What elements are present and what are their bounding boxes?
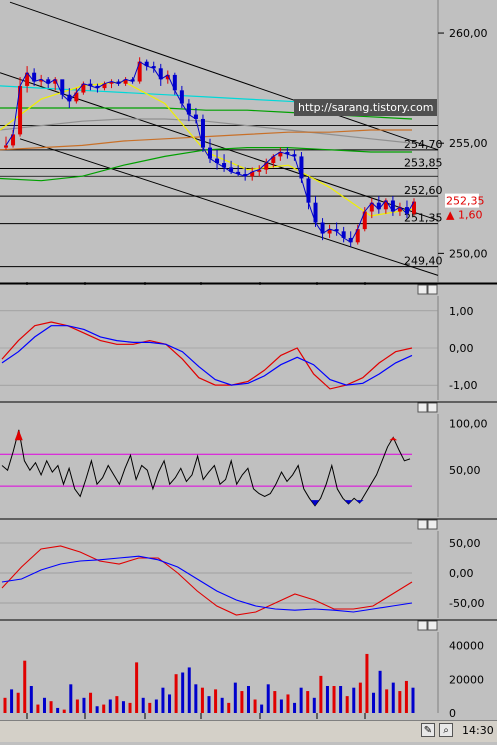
macd-tick-label: 0,00 <box>449 342 474 355</box>
price-tick-label: 255,00 <box>449 137 488 150</box>
panel-bg-osc2 <box>0 531 497 618</box>
volume-bar <box>293 702 297 713</box>
close-icon-macd <box>427 284 438 295</box>
volume-bar <box>266 684 270 713</box>
osc2-tick-label: 0,00 <box>449 567 474 580</box>
volume-bar <box>214 689 218 713</box>
last-price-label: 252,35 <box>446 195 485 208</box>
minimize-icon-volume <box>417 620 428 631</box>
volume-bar <box>121 701 125 713</box>
volume-bar <box>29 686 33 713</box>
volume-bar <box>325 686 329 713</box>
volume-bar <box>260 704 264 713</box>
volume-bar <box>233 682 237 713</box>
volume-bar <box>82 697 86 713</box>
close-icon-volume <box>427 620 438 631</box>
volume-bar <box>148 702 152 713</box>
volume-bar <box>95 706 99 713</box>
zoom-icon[interactable]: ⌕ <box>439 723 453 737</box>
candle-body <box>4 145 8 148</box>
osc2-tick-label: -50,00 <box>449 597 484 610</box>
volume-bar <box>345 696 349 713</box>
volume-bar <box>102 704 106 713</box>
volume-bar <box>246 686 250 713</box>
watermark-label: http://sarang.tistory.com <box>294 99 438 116</box>
volume-bar <box>299 687 303 713</box>
price-tick-label: 260,00 <box>449 27 488 40</box>
volume-bar <box>378 670 382 713</box>
minimize-icon-osc2 <box>417 519 428 530</box>
minimize-icon-oscillator <box>417 402 428 413</box>
volume-bar <box>49 701 53 713</box>
price-tick-label: 250,00 <box>449 247 488 260</box>
volume-bar <box>385 689 389 713</box>
volume-bar <box>16 692 20 713</box>
volume-bar <box>319 675 323 713</box>
volume-bar <box>273 691 277 713</box>
volume-bar <box>168 694 172 713</box>
volume-bar <box>154 699 158 713</box>
volume-bar <box>187 667 191 713</box>
volume-bar <box>372 692 376 713</box>
volume-bar <box>411 687 415 713</box>
volume-bar <box>200 687 204 713</box>
close-icon-oscillator <box>427 402 438 413</box>
volume-bar <box>286 694 290 713</box>
draw-tool-icon[interactable]: ✎ <box>421 723 435 737</box>
volume-bar <box>56 707 60 713</box>
volume-bar <box>108 699 112 713</box>
volume-bar <box>161 687 165 713</box>
price-change-label: ▲ 1,60 <box>446 209 482 222</box>
osc-tick-label: 100,00 <box>449 417 488 430</box>
volume-bar <box>404 680 408 713</box>
volume-bar <box>10 689 14 713</box>
volume-bar <box>62 709 66 713</box>
volume-bar <box>398 691 402 713</box>
volume-bar <box>332 686 336 713</box>
volume-tick-label: 20000 <box>449 673 484 686</box>
volume-bar <box>339 686 343 713</box>
volume-tick-label: 0 <box>449 707 456 720</box>
level-label: 249,40 <box>404 255 443 268</box>
volume-tick-label: 40000 <box>449 640 484 653</box>
level-label: 253,85 <box>404 157 443 170</box>
volume-bar <box>240 691 244 713</box>
volume-bar <box>194 684 198 713</box>
macd-tick-label: -1,00 <box>449 379 477 392</box>
volume-bar <box>365 653 369 713</box>
volume-bar <box>391 682 395 713</box>
panel-bg-oscillator <box>0 414 497 517</box>
volume-bar <box>115 696 119 713</box>
minimize-icon-macd <box>417 284 428 295</box>
osc2-tick-label: 50,00 <box>449 537 481 550</box>
volume-bar <box>220 697 224 713</box>
macd-tick-label: 1,00 <box>449 305 474 318</box>
volume-bar <box>135 662 139 713</box>
volume-bar <box>75 699 79 713</box>
volume-bar <box>42 697 46 713</box>
volume-bar <box>279 699 283 713</box>
volume-bar <box>141 697 145 713</box>
volume-bar <box>174 674 178 713</box>
volume-bar <box>253 699 257 713</box>
volume-bar <box>69 684 73 713</box>
volume-bar <box>312 697 316 713</box>
volume-bar <box>306 691 310 713</box>
level-label: 251,35 <box>404 212 443 225</box>
level-label: 252,60 <box>404 184 443 197</box>
osc-tick-label: 50,00 <box>449 464 481 477</box>
volume-bar <box>128 702 132 713</box>
volume-bar <box>181 672 185 713</box>
volume-bar <box>358 682 362 713</box>
close-icon-osc2 <box>427 519 438 530</box>
volume-bar <box>352 687 356 713</box>
volume-bar <box>207 696 211 713</box>
volume-bar <box>36 704 40 713</box>
volume-bar <box>3 697 7 713</box>
volume-bar <box>227 702 231 713</box>
clock: 14:30 <box>462 724 494 737</box>
volume-bar <box>23 660 27 713</box>
volume-bar <box>89 692 93 713</box>
